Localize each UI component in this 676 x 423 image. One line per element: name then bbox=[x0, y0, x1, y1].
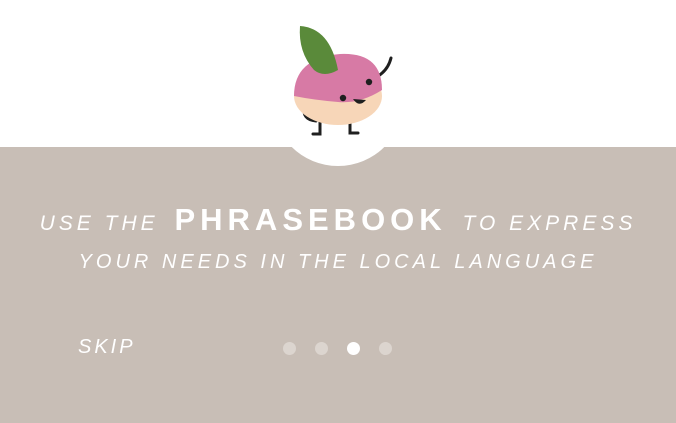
page-dot-1[interactable] bbox=[283, 342, 296, 355]
page-dot-4[interactable] bbox=[379, 342, 392, 355]
headline-emphasis: PHRASEBOOK bbox=[174, 202, 447, 237]
headline-suffix: TO EXPRESS bbox=[462, 212, 637, 235]
headline-line-2: YOUR NEEDS IN THE LOCAL LANGUAGE bbox=[78, 251, 598, 273]
page-dot-3[interactable] bbox=[347, 342, 360, 355]
onboarding-headline: USE THE PHRASEBOOK TO EXPRESS YOUR NEEDS… bbox=[0, 200, 676, 280]
radish-mascot-icon bbox=[294, 26, 393, 136]
page-dot-2[interactable] bbox=[315, 342, 328, 355]
page-indicator bbox=[283, 342, 392, 355]
headline-prefix: USE THE bbox=[39, 212, 159, 235]
skip-button[interactable]: SKIP bbox=[78, 336, 136, 359]
headline-line-1: USE THE PHRASEBOOK TO EXPRESS bbox=[0, 200, 676, 244]
bottom-panel bbox=[0, 147, 676, 423]
